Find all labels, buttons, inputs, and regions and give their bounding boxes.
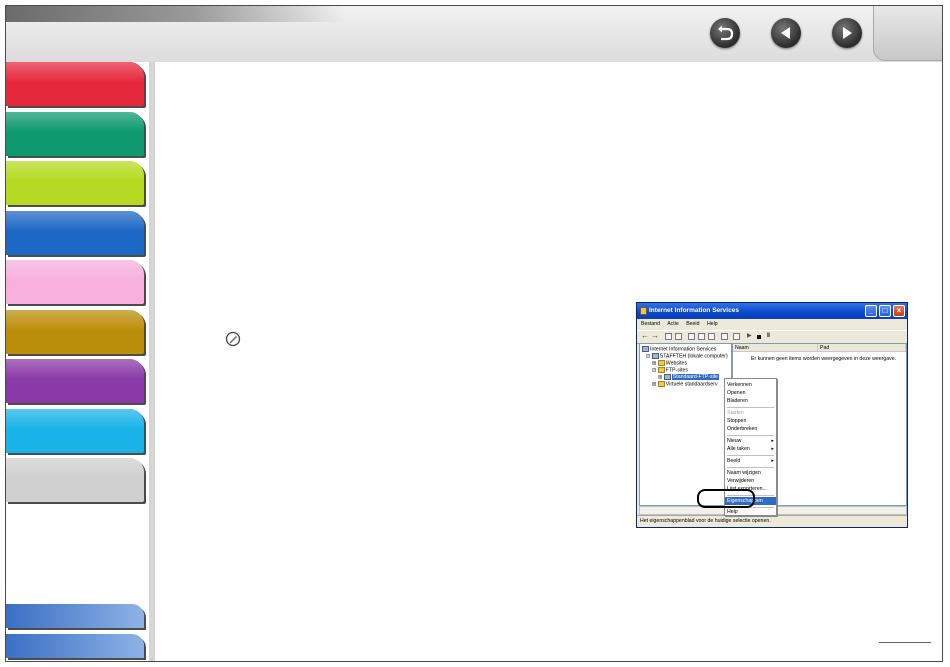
sidebar-tab-4[interactable] bbox=[6, 211, 144, 255]
sidebar-tab-9[interactable] bbox=[6, 458, 144, 502]
submenu-arrow-icon: ▸ bbox=[771, 438, 774, 444]
virtual-server-icon bbox=[657, 381, 665, 387]
menu-item-explore[interactable]: Verkennen bbox=[725, 381, 776, 389]
window-title-bar: Internet Information Services _ □ × bbox=[637, 303, 907, 319]
back-button[interactable] bbox=[710, 18, 740, 48]
menu-item-view[interactable]: Beeld ▸ bbox=[725, 457, 776, 465]
refresh-icon[interactable] bbox=[708, 333, 715, 340]
help-icon[interactable] bbox=[733, 333, 740, 340]
note-icon bbox=[225, 331, 241, 347]
properties-icon[interactable] bbox=[698, 333, 705, 340]
tree-pane: Internet Information Services ⊟ STAFFTEH… bbox=[639, 343, 732, 506]
triangle-left-icon bbox=[781, 27, 790, 39]
submenu-arrow-icon: ▸ bbox=[771, 446, 774, 452]
sidebar-bottom-tab-1[interactable] bbox=[6, 604, 144, 628]
menu-item-browse[interactable]: Bladeren bbox=[725, 397, 776, 405]
next-page-button[interactable] bbox=[832, 18, 862, 48]
menu-item-all-tasks[interactable]: Alle taken ▸ bbox=[725, 445, 776, 453]
sidebar-tab-6[interactable] bbox=[6, 310, 144, 354]
back-arrow-icon[interactable]: ← bbox=[641, 332, 649, 340]
minimize-button[interactable]: _ bbox=[865, 305, 877, 317]
sidebar bbox=[6, 62, 149, 661]
menu-action[interactable]: Actie bbox=[667, 321, 679, 327]
page-number-rule bbox=[879, 642, 931, 643]
computer-icon bbox=[651, 353, 659, 359]
sidebar-tab-8[interactable] bbox=[6, 409, 144, 453]
header-bar bbox=[6, 6, 942, 62]
folder-icon bbox=[657, 360, 665, 366]
column-header-name[interactable]: Naam bbox=[733, 344, 818, 352]
tree-item-virtual-servers[interactable]: ⊞ Virtuele standaardserv bbox=[652, 381, 718, 388]
new-window-icon[interactable] bbox=[688, 333, 695, 340]
stop-icon[interactable] bbox=[757, 335, 761, 339]
export-list-icon[interactable] bbox=[721, 333, 728, 340]
menu-item-start[interactable]: Starten bbox=[725, 409, 776, 417]
sidebar-tab-5[interactable] bbox=[6, 260, 144, 304]
close-button[interactable]: × bbox=[893, 305, 905, 317]
iis-root-icon bbox=[642, 346, 649, 352]
folder-icon bbox=[657, 367, 665, 373]
menu-item-stop[interactable]: Stoppen bbox=[725, 417, 776, 425]
menu-file[interactable]: Bestand bbox=[641, 321, 660, 327]
up-folder-icon[interactable] bbox=[665, 333, 672, 340]
menu-help[interactable]: Help bbox=[707, 321, 718, 327]
toolbar: ← → ▶ ‖ bbox=[637, 330, 907, 344]
properties-highlight-ring bbox=[697, 489, 755, 508]
menu-item-new[interactable]: Nieuw ▸ bbox=[725, 437, 776, 445]
menu-item-open[interactable]: Openen bbox=[725, 389, 776, 397]
sidebar-tab-1[interactable] bbox=[6, 62, 144, 106]
menu-item-help[interactable]: Help bbox=[725, 508, 776, 516]
menu-separator bbox=[727, 455, 774, 456]
sidebar-tab-2[interactable] bbox=[6, 112, 144, 156]
show-hide-tree-icon[interactable] bbox=[675, 333, 682, 340]
menu-separator bbox=[727, 467, 774, 468]
menu-bar: Bestand Actie Beeld Help bbox=[637, 319, 907, 330]
sidebar-tab-3[interactable] bbox=[6, 161, 144, 205]
menu-view[interactable]: Beeld bbox=[686, 321, 699, 327]
header-stripe bbox=[6, 6, 346, 22]
menu-item-rename[interactable]: Naam wijzigen bbox=[725, 469, 776, 477]
menu-item-delete[interactable]: Verwijderen bbox=[725, 477, 776, 485]
play-icon[interactable]: ▶ bbox=[747, 333, 754, 340]
sidebar-bottom-tab-2[interactable] bbox=[6, 634, 144, 658]
submenu-arrow-icon: ▸ bbox=[771, 458, 774, 464]
iis-app-icon bbox=[640, 307, 647, 315]
window-title: Internet Information Services bbox=[649, 307, 739, 314]
return-arrow-icon bbox=[718, 25, 734, 41]
column-header-path[interactable]: Pad bbox=[818, 344, 906, 352]
maximize-button[interactable]: □ bbox=[879, 305, 891, 317]
corner-tab[interactable] bbox=[873, 6, 942, 61]
ftp-site-icon bbox=[663, 374, 671, 380]
pause-icon[interactable]: ‖ bbox=[767, 333, 774, 340]
menu-separator bbox=[727, 407, 774, 408]
menu-separator bbox=[727, 435, 774, 436]
previous-page-button[interactable] bbox=[771, 18, 801, 48]
forward-arrow-icon[interactable]: → bbox=[651, 332, 659, 340]
sidebar-tab-7[interactable] bbox=[6, 359, 144, 403]
status-bar: Het eigenschappenblad voor de huidige se… bbox=[637, 515, 907, 527]
triangle-right-icon bbox=[843, 27, 852, 39]
menu-item-pause[interactable]: Onderbreken bbox=[725, 425, 776, 433]
iis-window-screenshot: Internet Information Services _ □ × Best… bbox=[636, 302, 908, 528]
empty-list-message: Er kunnen geen items worden weergegeven … bbox=[751, 356, 897, 362]
